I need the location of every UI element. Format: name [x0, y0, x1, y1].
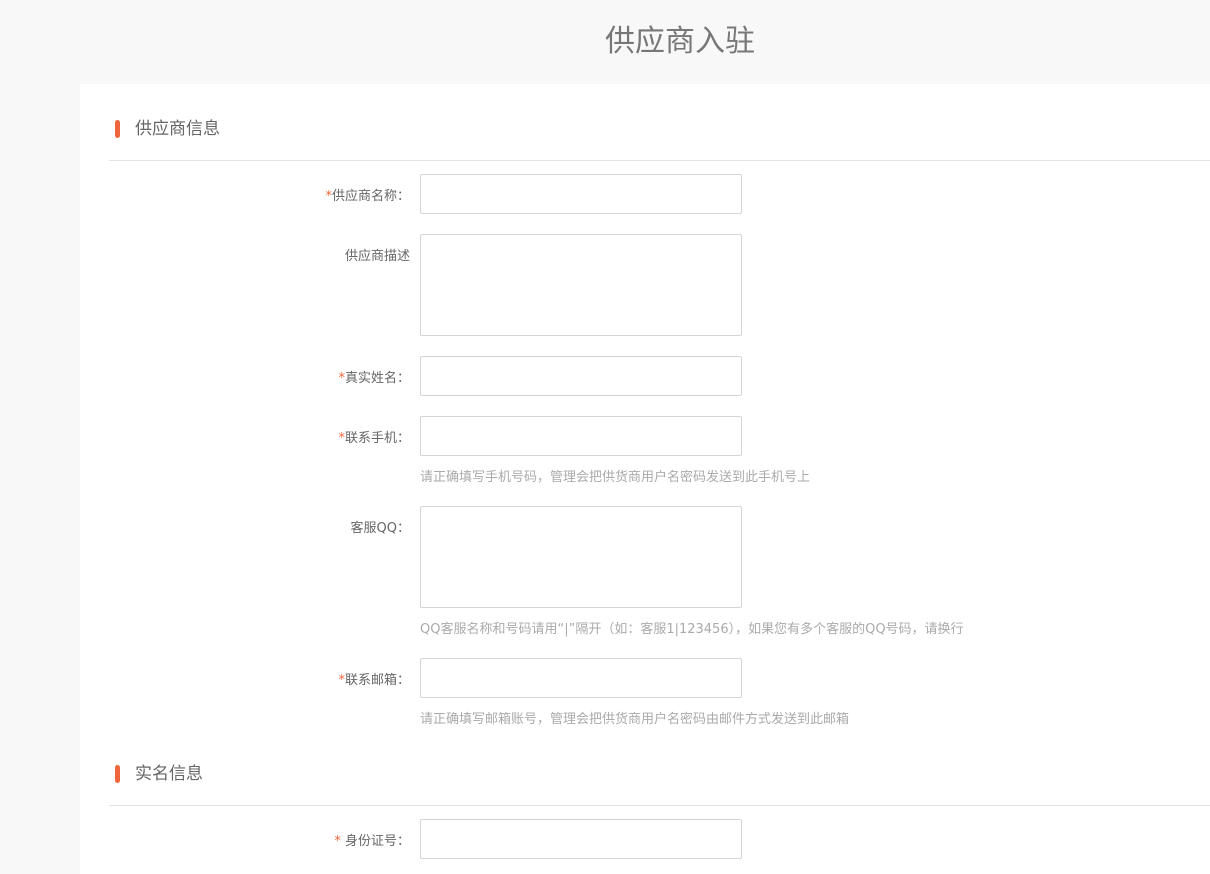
section-marker-icon: [115, 120, 120, 138]
section-marker-icon: [115, 765, 120, 783]
email-input[interactable]: [420, 658, 742, 698]
supplier-name-input[interactable]: [420, 174, 742, 214]
service-qq-label: 客服QQ：: [350, 521, 410, 536]
mobile-hint: 请正确填写手机号码，管理会把供货商用户名密码发送到此手机号上: [420, 470, 811, 485]
mobile-label: *联系手机：: [338, 431, 410, 446]
supplier-name-label: *供应商名称：: [325, 189, 410, 204]
real-name-label: *真实姓名：: [338, 371, 410, 386]
supplier-desc-textarea[interactable]: [420, 234, 742, 336]
section-title: 供应商信息: [135, 119, 220, 139]
page-title: 供应商入驻: [0, 0, 1210, 84]
supplier-desc-label: 供应商描述: [344, 249, 410, 264]
page-title-text: 供应商入驻: [605, 24, 755, 59]
section-real-name-info: 实名信息: [109, 762, 1210, 806]
service-qq-hint: QQ客服名称和号码请用“|”隔开（如：客服1|123456），如果您有多个客服的…: [420, 622, 964, 637]
service-qq-textarea[interactable]: [420, 506, 742, 608]
form-panel: 供应商信息 *供应商名称： 供应商描述 *真实姓名： *联系手机： 请正确填写手…: [80, 84, 1210, 874]
section-supplier-info: 供应商信息: [109, 117, 1210, 161]
id-number-label: * 身份证号：: [334, 834, 410, 849]
id-number-input[interactable]: [420, 819, 742, 859]
real-name-input[interactable]: [420, 356, 742, 396]
email-label: *联系邮箱：: [338, 673, 410, 688]
email-hint: 请正确填写邮箱账号，管理会把供货商用户名密码由邮件方式发送到此邮箱: [420, 712, 850, 727]
mobile-input[interactable]: [420, 416, 742, 456]
section-title: 实名信息: [135, 764, 203, 784]
